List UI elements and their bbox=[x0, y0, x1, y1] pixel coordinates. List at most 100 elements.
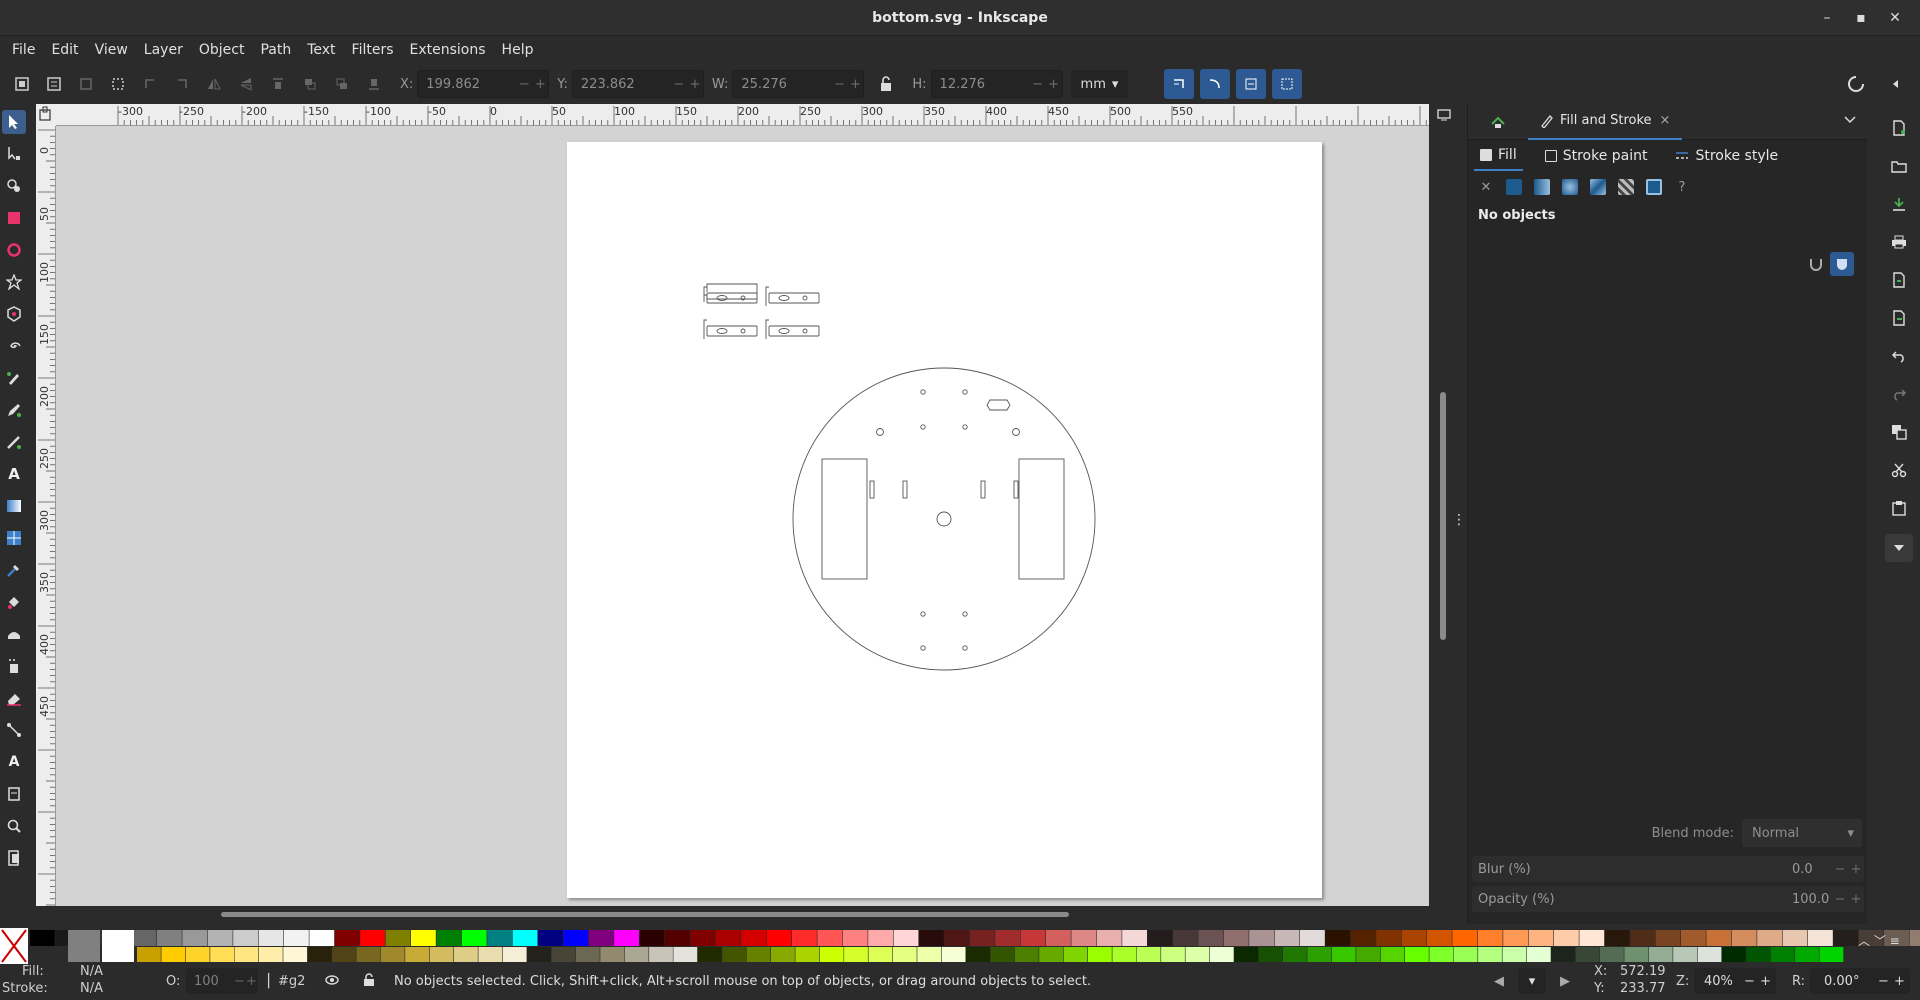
palette-swatch[interactable] bbox=[258, 947, 283, 962]
palette-swatch[interactable] bbox=[1300, 930, 1325, 946]
export-icon[interactable] bbox=[1887, 306, 1911, 330]
palette-swatch[interactable] bbox=[1600, 947, 1624, 962]
palette-swatch[interactable] bbox=[1249, 930, 1274, 946]
palette-swatch[interactable] bbox=[1401, 930, 1427, 946]
zoom-tool-icon[interactable] bbox=[2, 814, 26, 838]
save-document-icon[interactable] bbox=[1887, 192, 1911, 216]
color-palette[interactable]: ︿ ﹀ ≡ bbox=[0, 928, 1920, 964]
raise-icon[interactable] bbox=[296, 70, 324, 98]
palette-swatch[interactable] bbox=[1757, 930, 1782, 946]
open-document-icon[interactable] bbox=[1887, 154, 1911, 178]
h-field[interactable]: 12.276 − + bbox=[930, 70, 1063, 98]
palette-swatch[interactable] bbox=[844, 947, 868, 962]
pen-tool-icon[interactable] bbox=[2, 366, 26, 390]
palette-swatch[interactable] bbox=[1063, 947, 1088, 962]
flat-color-icon[interactable] bbox=[1506, 179, 1522, 195]
menu-help[interactable]: Help bbox=[494, 42, 542, 58]
palette-swatch[interactable] bbox=[1209, 947, 1234, 962]
palette-swatch[interactable] bbox=[309, 930, 335, 946]
palette-swatch[interactable] bbox=[1046, 930, 1071, 946]
palette-swatch[interactable] bbox=[385, 930, 411, 946]
fill-rule-nonzero-icon[interactable] bbox=[1830, 252, 1854, 276]
palette-swatch[interactable] bbox=[1909, 930, 1920, 946]
palette-swatch[interactable] bbox=[1697, 947, 1722, 962]
deselect-icon[interactable] bbox=[104, 70, 132, 98]
rotate-increment[interactable]: + bbox=[1894, 974, 1910, 989]
zoom-field[interactable]: 40% − + bbox=[1694, 968, 1776, 994]
raise-to-top-icon[interactable] bbox=[264, 70, 292, 98]
palette-swatch[interactable] bbox=[405, 947, 429, 962]
palette-swatch[interactable] bbox=[1112, 947, 1137, 962]
opacity-increment[interactable]: + bbox=[1848, 892, 1864, 907]
palette-swatch[interactable] bbox=[1283, 947, 1307, 962]
palette-swatch[interactable] bbox=[1833, 930, 1859, 946]
palette-swatch[interactable] bbox=[868, 930, 893, 946]
import-icon[interactable] bbox=[1887, 268, 1911, 292]
palette-swatch[interactable] bbox=[356, 947, 381, 962]
palette-swatch[interactable] bbox=[1452, 930, 1478, 946]
palette-swatches[interactable] bbox=[0, 928, 1920, 964]
palette-swatch[interactable] bbox=[842, 930, 868, 946]
bracket-part[interactable] bbox=[765, 286, 820, 306]
bracket-part[interactable] bbox=[703, 283, 758, 304]
pages-tool-icon[interactable] bbox=[2, 782, 26, 806]
palette-swatch[interactable] bbox=[454, 947, 478, 962]
rotate-decrement[interactable]: − bbox=[1878, 974, 1894, 989]
palette-swatch[interactable] bbox=[157, 930, 182, 946]
palette-swatch[interactable] bbox=[1722, 947, 1746, 962]
selector-tool-icon[interactable] bbox=[2, 110, 26, 134]
palette-swatch[interactable] bbox=[1782, 930, 1808, 946]
pencil-tool-icon[interactable] bbox=[2, 398, 26, 422]
opacity-slider[interactable]: Opacity (%) 100.0 − + bbox=[1472, 886, 1864, 912]
palette-swatch[interactable] bbox=[941, 947, 966, 962]
palette-swatch[interactable] bbox=[551, 947, 576, 962]
x-increment[interactable]: + bbox=[532, 77, 548, 92]
palette-swatch[interactable] bbox=[1096, 930, 1122, 946]
palette-swatch[interactable] bbox=[429, 947, 454, 962]
palette-swatch[interactable] bbox=[969, 930, 995, 946]
palette-swatch[interactable] bbox=[1429, 947, 1454, 962]
text-tool-icon[interactable]: A bbox=[2, 462, 26, 486]
palette-swatch[interactable] bbox=[1071, 930, 1097, 946]
horizontal-scroll-thumb[interactable] bbox=[221, 912, 1069, 917]
menu-layer[interactable]: Layer bbox=[136, 42, 191, 58]
x-decrement[interactable]: − bbox=[516, 77, 532, 92]
palette-swatch[interactable] bbox=[334, 930, 360, 946]
palette-swatch[interactable] bbox=[1325, 930, 1351, 946]
palette-swatch[interactable] bbox=[1477, 930, 1503, 946]
palette-swatch[interactable] bbox=[258, 930, 284, 946]
radial-gradient-icon[interactable] bbox=[1562, 179, 1578, 195]
drawing[interactable] bbox=[567, 142, 1322, 898]
dock-tab-xml[interactable] bbox=[1468, 114, 1528, 130]
x-field[interactable]: 199.862 − + bbox=[417, 70, 550, 98]
palette-swatch[interactable] bbox=[1579, 930, 1605, 946]
palette-swatch[interactable] bbox=[68, 930, 100, 962]
palette-swatch[interactable] bbox=[624, 947, 649, 962]
palette-swatch[interactable] bbox=[1648, 947, 1673, 962]
fill-rule-evenodd-icon[interactable] bbox=[1808, 256, 1824, 276]
palette-swatch[interactable] bbox=[741, 930, 766, 946]
palette-swatch[interactable] bbox=[1681, 930, 1706, 946]
palette-swatch[interactable] bbox=[639, 930, 665, 946]
palette-swatch[interactable] bbox=[478, 947, 503, 962]
palette-swatch[interactable] bbox=[1630, 930, 1655, 946]
lock-ratio-icon[interactable] bbox=[872, 70, 900, 98]
bracket-part[interactable] bbox=[765, 319, 820, 339]
y-field[interactable]: 223.862 − + bbox=[571, 70, 704, 98]
palette-swatch[interactable] bbox=[1014, 947, 1039, 962]
palette-swatch[interactable] bbox=[210, 947, 234, 962]
palette-swatch[interactable] bbox=[1427, 930, 1452, 946]
rotate-cw-icon[interactable] bbox=[168, 70, 196, 98]
palette-swatch[interactable] bbox=[868, 947, 893, 962]
palette-swatch[interactable] bbox=[1655, 930, 1681, 946]
eraser-tool-icon[interactable] bbox=[2, 686, 26, 710]
blur-value[interactable]: 0.0 bbox=[1792, 862, 1832, 877]
palette-swatch[interactable] bbox=[411, 930, 436, 946]
lower-to-bottom-icon[interactable] bbox=[360, 70, 388, 98]
tweak-paint-tool-icon[interactable] bbox=[2, 622, 26, 646]
scale-corners-button[interactable] bbox=[1200, 69, 1231, 99]
tweak-tool-icon[interactable] bbox=[2, 174, 26, 198]
palette-swatch[interactable] bbox=[1350, 930, 1376, 946]
mesh-gradient-icon[interactable] bbox=[1590, 179, 1606, 195]
palette-swatch[interactable] bbox=[1819, 947, 1844, 962]
